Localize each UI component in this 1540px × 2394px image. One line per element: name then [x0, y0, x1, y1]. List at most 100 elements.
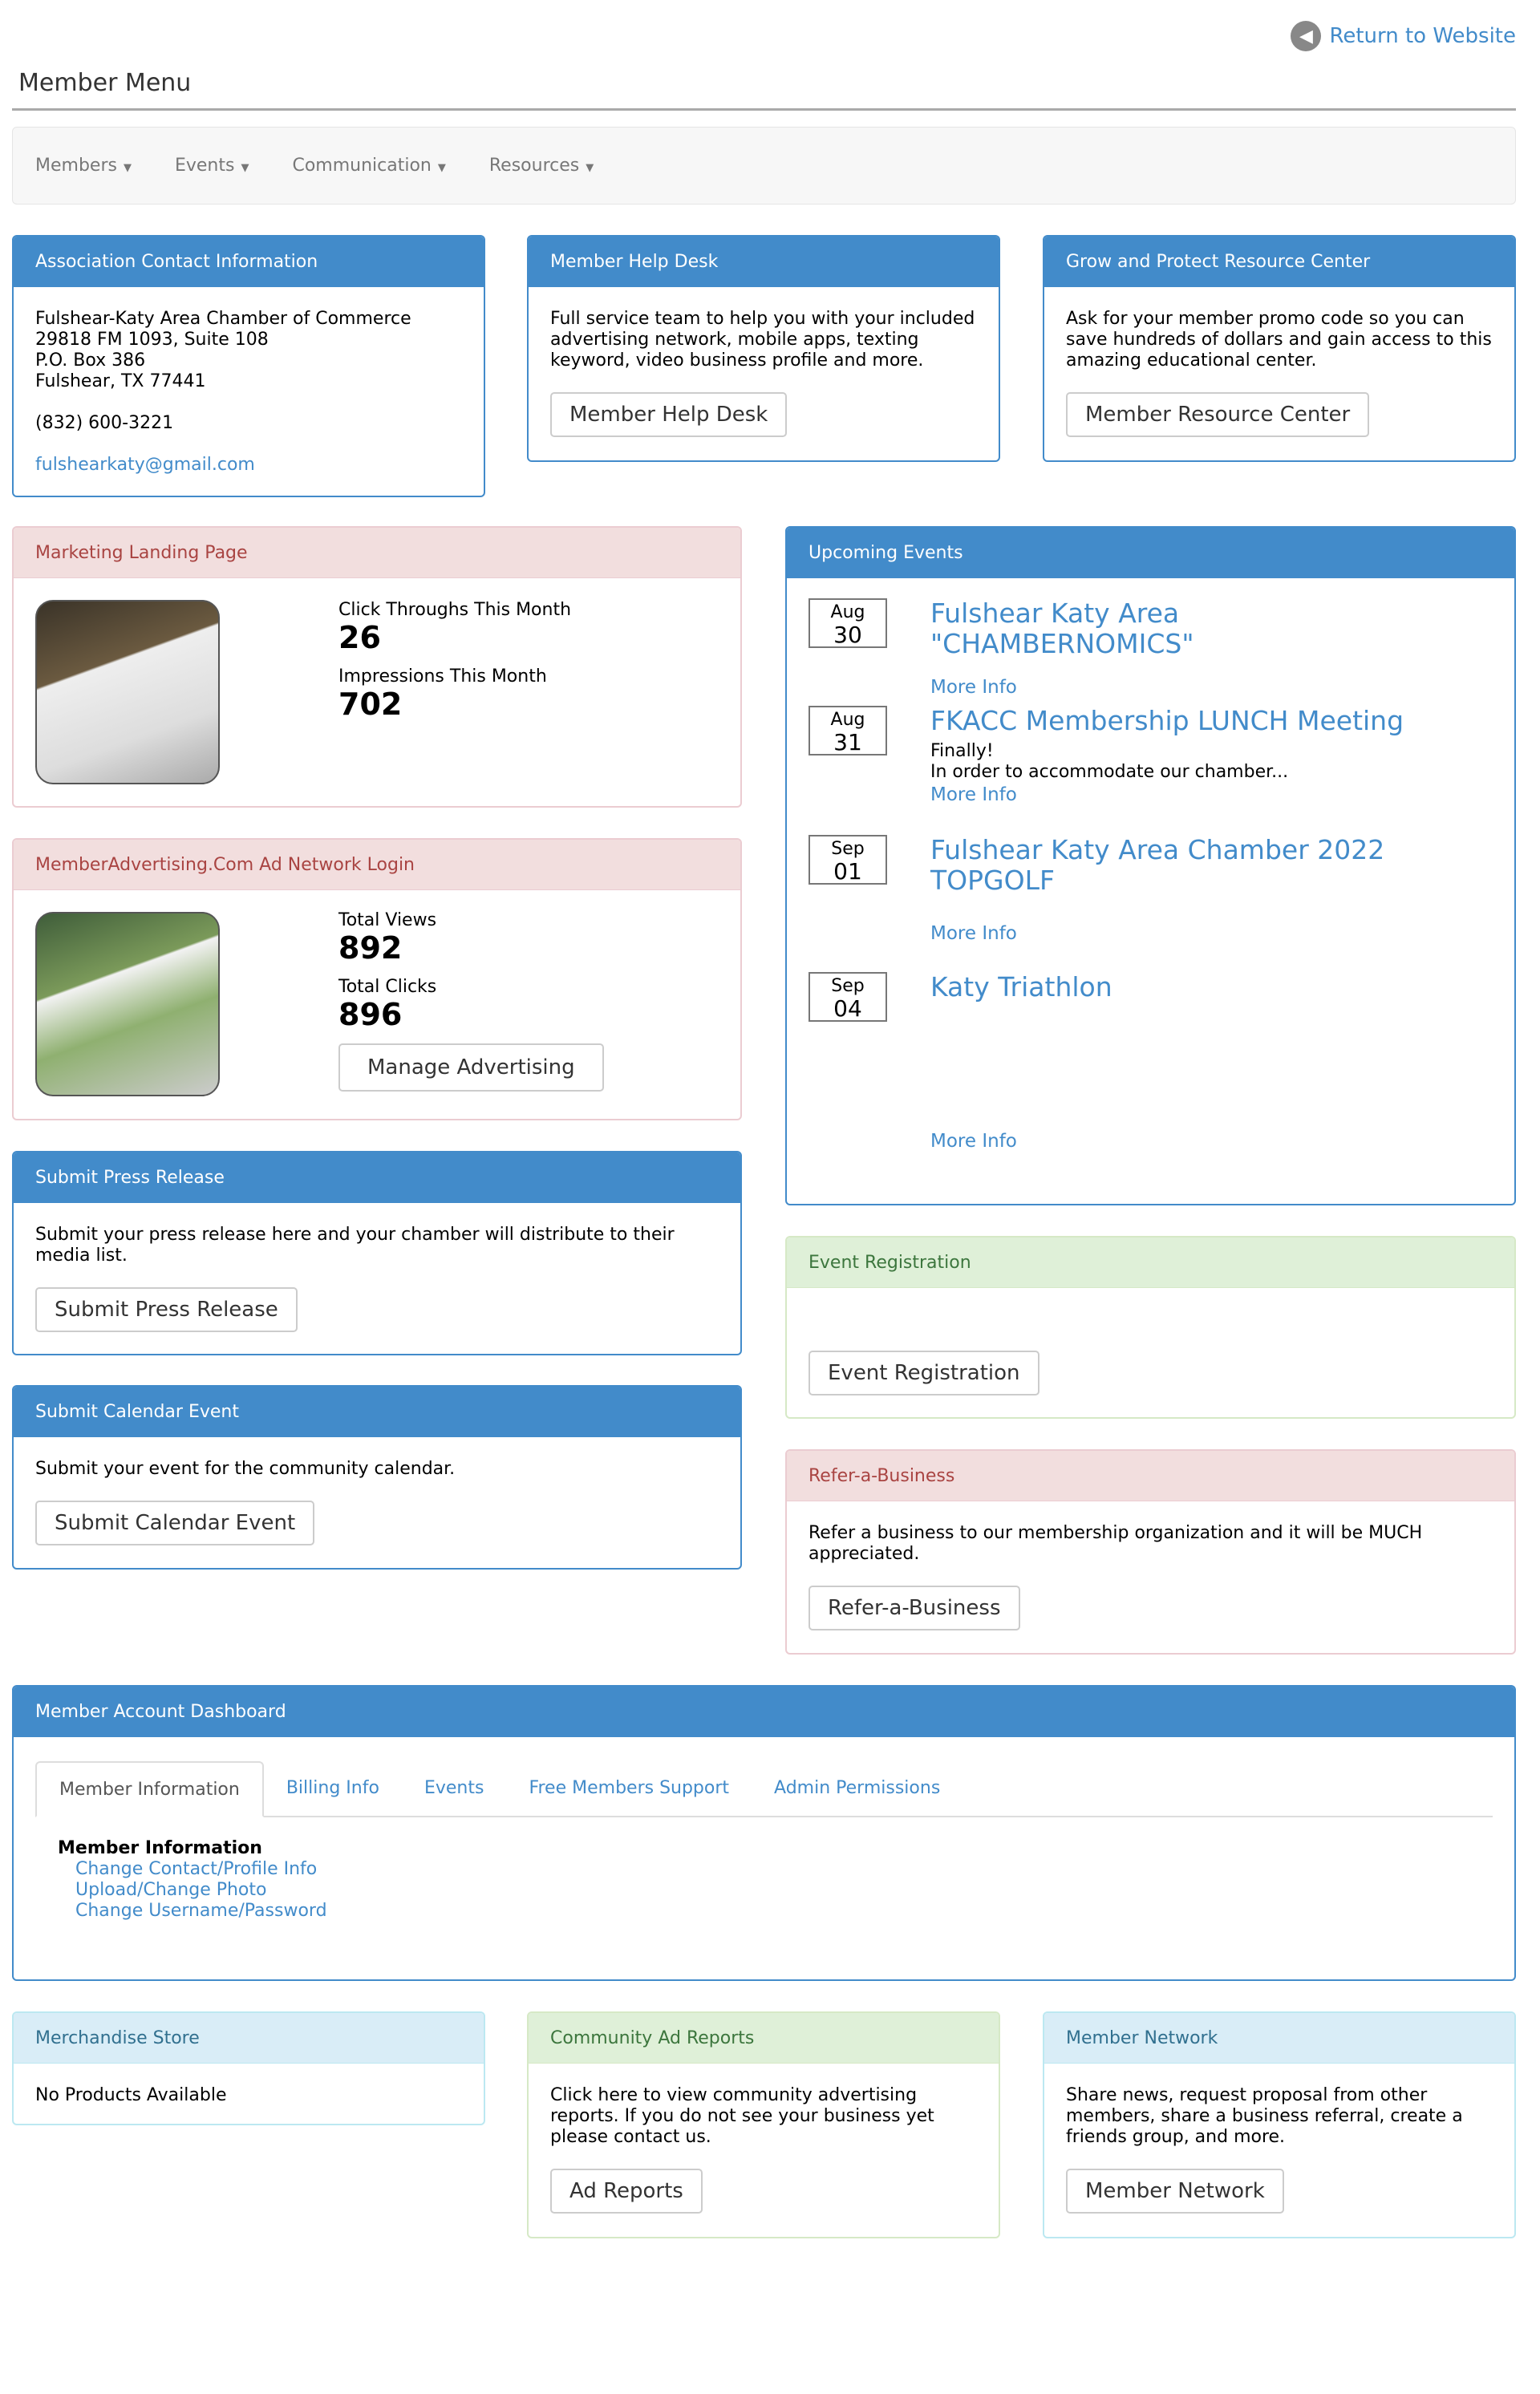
- nav-resources-dropdown[interactable]: Resources ▼: [489, 156, 594, 176]
- caret-down-icon: ▼: [586, 162, 594, 174]
- impressions-value: 702: [338, 687, 403, 722]
- event-title-link[interactable]: Katy Triathlon: [930, 972, 1428, 1003]
- nav-label: Events: [174, 156, 235, 176]
- refer-a-business-button[interactable]: Refer-a-Business: [808, 1586, 1020, 1630]
- ad-network-panel: MemberAdvertising.Com Ad Network Login T…: [12, 838, 742, 1120]
- event-month: Sep: [831, 839, 865, 859]
- nav-communication-dropdown[interactable]: Communication ▼: [292, 156, 445, 176]
- member-resource-center-button[interactable]: Member Resource Center: [1066, 392, 1370, 437]
- tab-member-information[interactable]: Member Information: [35, 1761, 264, 1817]
- member-help-desk-button[interactable]: Member Help Desk: [550, 392, 788, 437]
- more-info-link[interactable]: More Info: [930, 923, 1091, 944]
- address-line: P.O. Box 386: [35, 350, 146, 371]
- panel-heading: Upcoming Events: [787, 528, 1514, 578]
- event-date: Aug 31: [808, 706, 887, 755]
- submit-press-release-button[interactable]: Submit Press Release: [35, 1287, 298, 1332]
- address-line: 29818 FM 1093, Suite 108: [35, 330, 269, 350]
- upload-photo-link[interactable]: Upload/Change Photo: [75, 1880, 1470, 1901]
- upcoming-events-panel: Upcoming Events Aug 30 Fulshear Katy Area…: [785, 526, 1516, 1205]
- submit-calendar-event-button[interactable]: Submit Calendar Event: [35, 1501, 315, 1545]
- nav-label: Resources: [488, 156, 580, 176]
- event-month: Aug: [830, 710, 865, 730]
- section-heading: Member Information: [58, 1838, 262, 1858]
- member-account-dashboard-panel: Member Account Dashboard Member Informat…: [12, 1685, 1516, 1981]
- nav-events-dropdown[interactable]: Events ▼: [175, 156, 249, 176]
- event-date: Sep 04: [808, 972, 887, 1022]
- org-name: Fulshear-Katy Area Chamber of Commerce: [35, 309, 411, 329]
- event-month: Sep: [831, 976, 865, 996]
- caret-down-icon: ▼: [123, 162, 132, 174]
- more-info-link[interactable]: More Info: [930, 677, 1091, 698]
- panel-heading: Submit Calendar Event: [14, 1387, 740, 1437]
- tab-free-members-support[interactable]: Free Members Support: [506, 1760, 752, 1816]
- panel-heading: Member Network: [1044, 2013, 1514, 2064]
- address-city: Fulshear, TX 77441: [35, 371, 206, 391]
- ad-network-thumbnail[interactable]: [35, 912, 220, 1096]
- ad-reports-button[interactable]: Ad Reports: [550, 2169, 703, 2214]
- click-throughs-value: 26: [338, 620, 381, 655]
- event-title-link[interactable]: Fulshear Katy Area "CHAMBERNOMICS": [930, 598, 1428, 659]
- event-day: 31: [833, 729, 862, 755]
- panel-text: Submit your press release here and your …: [35, 1225, 675, 1266]
- landing-page-thumbnail[interactable]: [35, 600, 220, 784]
- panel-heading: Merchandise Store: [14, 2013, 484, 2064]
- click-throughs-label: Click Throughs This Month: [338, 600, 572, 620]
- event-date: Aug 30: [808, 598, 887, 648]
- contact-panel: Association Contact Information Fulshear…: [12, 235, 485, 497]
- change-password-link[interactable]: Change Username/Password: [75, 1901, 1470, 1922]
- divider: [12, 108, 1516, 111]
- dashboard-tabs: Member Information Billing Info Events F…: [35, 1761, 1493, 1817]
- panel-text: Click here to view community advertising…: [550, 2085, 934, 2147]
- calendar-event-panel: Submit Calendar Event Submit your event …: [12, 1385, 742, 1570]
- event-title-link[interactable]: Fulshear Katy Area Chamber 2022 TOPGOLF: [930, 835, 1396, 896]
- panel-heading: Community Ad Reports: [529, 2013, 999, 2064]
- panel-heading: Submit Press Release: [14, 1152, 740, 1203]
- marketing-landing-panel: Marketing Landing Page Click Throughs Th…: [12, 526, 742, 808]
- email-link[interactable]: fulshearkaty@gmail.com: [35, 455, 462, 476]
- more-info-link[interactable]: More Info: [930, 784, 1091, 805]
- member-network-button[interactable]: Member Network: [1066, 2169, 1284, 2214]
- event-month: Aug: [830, 602, 865, 622]
- event-registration-panel: Event Registration Event Registration: [785, 1236, 1516, 1419]
- change-contact-link[interactable]: Change Contact/Profile Info: [75, 1859, 1470, 1880]
- more-info-link[interactable]: More Info: [930, 1131, 1091, 1152]
- tab-admin-permissions[interactable]: Admin Permissions: [752, 1760, 962, 1816]
- panel-heading: Member Account Dashboard: [14, 1687, 1514, 1737]
- press-release-panel: Submit Press Release Submit your press r…: [12, 1151, 742, 1355]
- panel-heading: MemberAdvertising.Com Ad Network Login: [14, 840, 740, 890]
- total-clicks-value: 896: [338, 997, 403, 1032]
- panel-text: Ask for your member promo code so you ca…: [1066, 309, 1492, 371]
- nav-label: Members: [35, 156, 117, 176]
- event-registration-button[interactable]: Event Registration: [808, 1351, 1040, 1395]
- tab-events[interactable]: Events: [402, 1760, 507, 1816]
- impressions-label: Impressions This Month: [338, 666, 547, 687]
- total-views-value: 892: [338, 930, 403, 966]
- tab-billing-info[interactable]: Billing Info: [264, 1760, 402, 1816]
- caret-down-icon: ▼: [241, 162, 249, 174]
- panel-text: Refer a business to our membership organ…: [808, 1523, 1423, 1564]
- panel-heading: Refer-a-Business: [787, 1451, 1514, 1501]
- member-network-panel: Member Network Share news, request propo…: [1043, 2011, 1516, 2238]
- event-title-link[interactable]: FKACC Membership LUNCH Meeting: [930, 706, 1428, 736]
- event-description: Finally!: [930, 741, 994, 761]
- nav-label: Communication: [292, 156, 432, 176]
- community-ad-reports-panel: Community Ad Reports Click here to view …: [527, 2011, 1000, 2238]
- event-date: Sep 01: [808, 835, 887, 885]
- panel-text: Share news, request proposal from other …: [1066, 2085, 1463, 2147]
- caret-down-icon: ▼: [437, 162, 446, 174]
- help-desk-panel: Member Help Desk Full service team to he…: [527, 235, 1000, 462]
- resource-center-panel: Grow and Protect Resource Center Ask for…: [1043, 235, 1516, 462]
- panel-heading: Association Contact Information: [14, 237, 484, 287]
- event-day: 30: [833, 622, 862, 648]
- refer-business-panel: Refer-a-Business Refer a business to our…: [785, 1449, 1516, 1655]
- panel-text: Submit your event for the community cale…: [35, 1459, 456, 1479]
- panel-text: No Products Available: [35, 2085, 227, 2105]
- panel-heading: Marketing Landing Page: [14, 528, 740, 578]
- event-day: 04: [833, 995, 862, 1022]
- nav-members-dropdown[interactable]: Members ▼: [35, 156, 132, 176]
- return-to-website-link[interactable]: ◀ Return to Website: [1291, 21, 1516, 51]
- total-clicks-label: Total Clicks: [338, 977, 437, 997]
- event-day: 01: [833, 858, 862, 885]
- manage-advertising-button[interactable]: Manage Advertising: [338, 1043, 604, 1092]
- return-label: Return to Website: [1329, 24, 1516, 48]
